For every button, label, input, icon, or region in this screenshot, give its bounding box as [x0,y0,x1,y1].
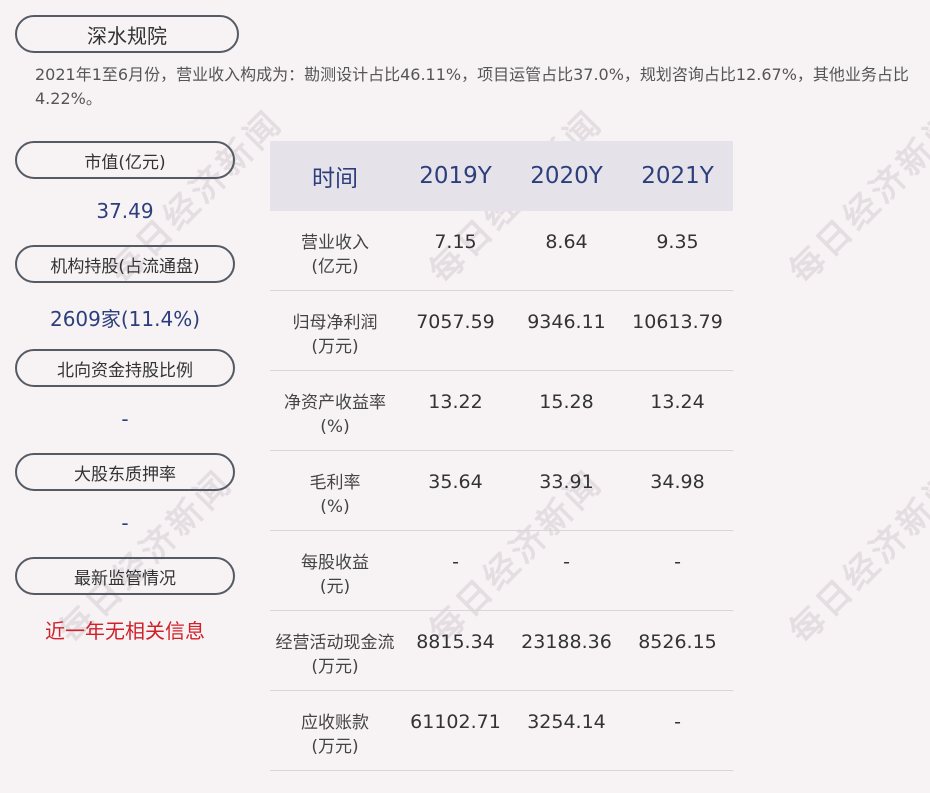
cell-value: 15.28 [539,391,594,413]
row-label-main: 营业收入 [301,233,369,253]
cell-value: 35.64 [428,471,483,493]
pledge-ratio-label: 大股东质押率 [15,453,235,491]
cell-value: 23188.36 [521,631,612,653]
cell-value: 61102.71 [410,711,501,733]
row-label-main: 毛利率 [309,473,361,493]
row-label-unit: (万元) [311,737,359,757]
table-row: 营业收入 (亿元) 7.15 8.64 9.35 [270,211,733,291]
cell-value: 10613.79 [632,311,723,333]
header-2021: 2021Y [641,163,714,189]
cell-value: 13.22 [428,391,483,413]
table-header: 时间 2019Y 2020Y 2021Y [270,141,733,211]
market-cap-value: 37.49 [96,199,154,223]
table-row: 应收账款 (万元) 61102.71 3254.14 - [270,691,733,771]
cell-value: 8815.34 [416,631,495,653]
row-label-main: 净资产收益率 [284,393,386,413]
row-label-main: 应收账款 [301,713,369,733]
cell-value: 7.15 [434,231,477,253]
cell-value: - [674,711,681,733]
row-label: 毛利率 (%) [270,451,400,530]
institutional-holding-value: 2609家(11.4%) [49,307,201,331]
northbound-ratio-label: 北向资金持股比例 [15,349,235,387]
row-label-main: 归母净利润 [292,313,378,333]
table-row: 毛利率 (%) 35.64 33.91 34.98 [270,451,733,531]
row-label: 应收账款 (万元) [270,691,400,770]
row-label-unit: (元) [319,577,351,597]
cell-value: 34.98 [650,471,705,493]
row-label-main: 经营活动现金流 [275,633,395,653]
company-title: 深水规院 [15,15,239,53]
cell-value: 9.35 [656,231,699,253]
row-label-unit: (亿元) [311,257,359,277]
row-label-main: 每股收益 [301,553,369,573]
regulatory-status-label: 最新监管情况 [15,557,235,595]
financial-table: 时间 2019Y 2020Y 2021Y 营业收入 (亿元) 7.15 8.64 … [270,141,733,771]
row-label: 净资产收益率 (%) [270,371,400,450]
cell-value: 8526.15 [638,631,717,653]
cell-value: - [674,551,681,573]
cell-value: 13.24 [650,391,705,413]
table-row: 净资产收益率 (%) 13.22 15.28 13.24 [270,371,733,451]
cell-value: - [452,551,459,573]
watermark-text: 每日经济新闻 [781,462,930,652]
cell-value: 8.64 [545,231,588,253]
watermark-text: 每日经济新闻 [781,102,930,292]
regulatory-status-value: 近一年无相关信息 [45,619,205,643]
row-label: 营业收入 (亿元) [270,211,400,290]
row-label-unit: (万元) [311,337,359,357]
cell-value: 7057.59 [416,311,495,333]
market-cap-label: 市值(亿元) [15,141,235,179]
row-label: 每股收益 (元) [270,531,400,610]
table-row: 每股收益 (元) - - - [270,531,733,611]
cell-value: 9346.11 [527,311,606,333]
header-2019: 2019Y [419,163,492,189]
row-label-unit: (%) [320,417,350,437]
pledge-ratio-value: - [121,511,129,535]
northbound-ratio-value: - [121,407,129,431]
cell-value: - [563,551,570,573]
institutional-holding-label: 机构持股(占流通盘) [15,245,235,283]
revenue-description: 2021年1至6月份，营业收入构成为：勘测设计占比46.11%，项目运管占比37… [35,65,909,108]
header-time: 时间 [312,166,358,192]
row-label: 经营活动现金流 (万元) [270,611,400,690]
table-row: 归母净利润 (万元) 7057.59 9346.11 10613.79 [270,291,733,371]
row-label-unit: (万元) [311,657,359,677]
cell-value: 33.91 [539,471,594,493]
row-label: 归母净利润 (万元) [270,291,400,370]
cell-value: 3254.14 [527,711,606,733]
header-2020: 2020Y [530,163,603,189]
row-label-unit: (%) [320,497,350,517]
table-row: 经营活动现金流 (万元) 8815.34 23188.36 8526.15 [270,611,733,691]
